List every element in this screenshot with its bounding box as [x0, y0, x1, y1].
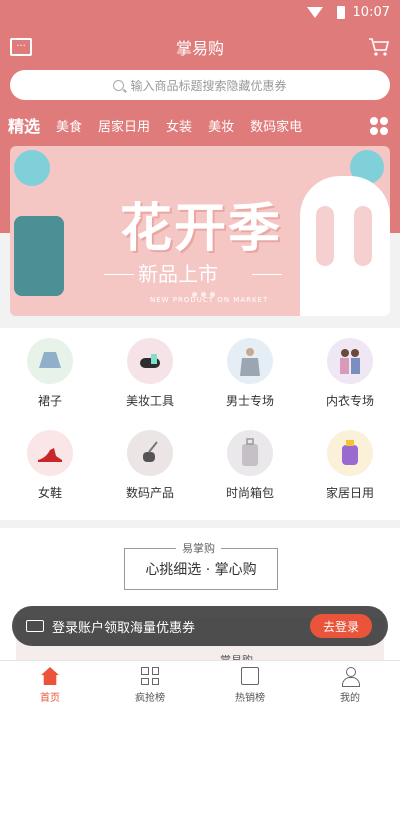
- rabbit-ear: [354, 206, 372, 266]
- category-luggage[interactable]: 时尚箱包: [200, 430, 300, 516]
- search-icon: [113, 79, 125, 91]
- category-label: 男士专场: [225, 394, 274, 408]
- bird-illustration: [14, 150, 50, 186]
- household-icon: [327, 430, 373, 476]
- category-nav: 精选 美食 居家日用 女装 美妆 数码家电: [0, 106, 400, 144]
- folder-icon: [241, 667, 259, 685]
- category-label: 数码产品: [125, 486, 174, 500]
- category-womens-shoes[interactable]: 女鞋: [0, 430, 100, 516]
- tab-rush-ranking[interactable]: 疯抢榜: [100, 661, 200, 710]
- underwear-icon: [327, 338, 373, 384]
- makeup-tools-icon: [127, 338, 173, 384]
- battery-icon: [336, 5, 345, 19]
- divider: [104, 274, 134, 275]
- category-label: 美妆工具: [125, 394, 174, 408]
- tab-label: 疯抢榜: [135, 693, 165, 704]
- cart-icon[interactable]: [368, 37, 390, 57]
- womens-shoes-icon: [27, 430, 73, 476]
- rabbit-illustration: [300, 176, 390, 316]
- banner-subtitle: 新品上市: [138, 262, 218, 286]
- rabbit-ear: [316, 206, 334, 266]
- category-digital[interactable]: 数码产品: [100, 430, 200, 516]
- category-menswear[interactable]: 男士专场: [200, 338, 300, 424]
- toast-text: 登录账户领取海量优惠券: [52, 620, 196, 636]
- category-skirt[interactable]: 裙子: [0, 338, 100, 424]
- category-label: 内衣专场: [325, 394, 374, 408]
- tab-food[interactable]: 美食: [56, 116, 82, 135]
- tab-label: 我的: [340, 693, 360, 704]
- robot-illustration: [14, 216, 64, 296]
- grid-icon: [141, 667, 159, 685]
- wifi-icon: [306, 6, 323, 18]
- slogan-tag: 易掌购: [176, 540, 221, 556]
- tab-household[interactable]: 居家日用: [98, 116, 150, 135]
- tab-label: 首页: [40, 693, 60, 704]
- category-label: 家居日用: [325, 486, 374, 500]
- category-label: 裙子: [37, 394, 62, 408]
- tab-featured[interactable]: 精选: [8, 113, 40, 137]
- tab-womenswear[interactable]: 女装: [166, 116, 192, 135]
- category-label: 时尚箱包: [225, 486, 274, 500]
- user-icon: [341, 667, 360, 687]
- search-wrapper: 输入商品标题搜索隐藏优惠券: [0, 70, 400, 106]
- menswear-icon: [227, 338, 273, 384]
- category-makeup-tools[interactable]: 美妆工具: [100, 338, 200, 424]
- login-toast: 登录账户领取海量优惠券 去登录: [12, 606, 388, 646]
- category-label: 女鞋: [37, 486, 62, 500]
- tab-home[interactable]: 首页: [0, 661, 100, 710]
- coupon-icon: [26, 620, 44, 632]
- tab-profile[interactable]: 我的: [300, 661, 400, 710]
- category-household[interactable]: 家居日用: [300, 430, 400, 516]
- tab-digital[interactable]: 数码家电: [250, 116, 302, 135]
- status-bar: 10:07: [0, 0, 400, 24]
- divider: [252, 274, 282, 275]
- message-icon[interactable]: [10, 38, 32, 56]
- banner-area: 花开季 新品上市 NEW PRODUCT ON MARKET: [0, 144, 400, 322]
- bottom-tabbar: 首页 疯抢榜 热销榜 我的: [0, 660, 400, 710]
- login-button[interactable]: 去登录: [310, 614, 372, 638]
- tab-label: 热销榜: [235, 693, 265, 704]
- vacuum-icon: [127, 430, 173, 476]
- luggage-icon: [227, 430, 273, 476]
- app-title: 掌易购: [175, 39, 224, 58]
- search-placeholder: 输入商品标题搜索隐藏优惠券: [130, 78, 287, 93]
- skirt-icon: [27, 338, 73, 384]
- category-underwear[interactable]: 内衣专场: [300, 338, 400, 424]
- carousel-dots: [192, 292, 215, 297]
- home-icon: [41, 667, 59, 685]
- tab-hot-sales[interactable]: 热销榜: [200, 661, 300, 710]
- category-grid: 裙子 美妆工具 男士专场 内衣专场 女鞋 数码产品 时尚箱包 家居日用: [0, 328, 400, 520]
- banner-english: NEW PRODUCT ON MARKET: [150, 296, 269, 304]
- app-header: 掌易购: [0, 24, 400, 70]
- tab-beauty[interactable]: 美妆: [208, 116, 234, 135]
- search-input[interactable]: 输入商品标题搜索隐藏优惠券: [10, 70, 390, 100]
- banner-title: 花开季: [120, 199, 283, 259]
- status-time: 10:07: [352, 4, 390, 20]
- all-categories-icon[interactable]: [370, 117, 388, 135]
- promo-banner[interactable]: 花开季 新品上市 NEW PRODUCT ON MARKET: [10, 146, 390, 316]
